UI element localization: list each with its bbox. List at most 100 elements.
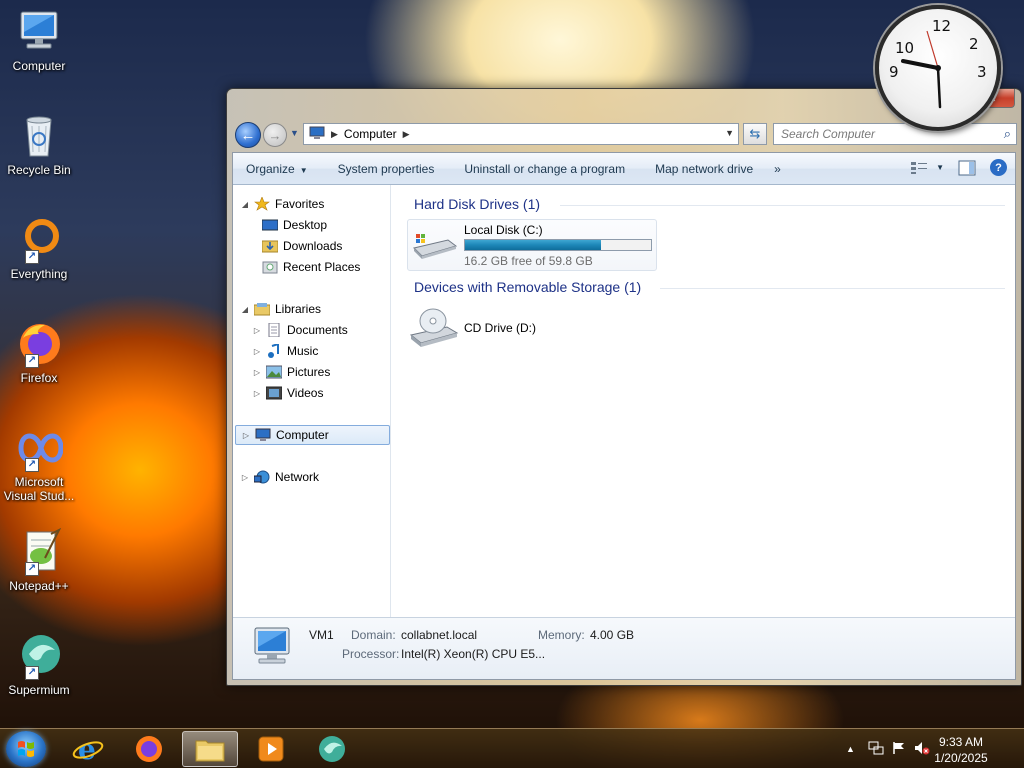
nav-network[interactable]: ▷ Network xyxy=(239,467,319,487)
nav-recent-places[interactable]: Recent Places xyxy=(259,257,360,277)
action-center-flag-icon[interactable] xyxy=(892,741,906,758)
breadcrumb-computer[interactable]: Computer xyxy=(344,127,397,141)
desktop-icon-everything[interactable]: ↗ Everything xyxy=(2,216,76,281)
search-icon[interactable]: ⌕ xyxy=(1004,126,1011,142)
local-disk-c-tile[interactable]: Local Disk (C:) 16.2 GB free of 59.8 GB xyxy=(407,219,657,271)
map-network-drive-button[interactable]: Map network drive xyxy=(640,162,768,176)
clock-hands-icon xyxy=(901,30,942,109)
group-divider xyxy=(660,288,1005,289)
desktop-icon-computer[interactable]: Computer xyxy=(2,8,76,73)
desktop-icon-supermium[interactable]: ↗ Supermium xyxy=(2,632,76,697)
taskbar-firefox[interactable] xyxy=(121,731,177,767)
memory-label: Memory: xyxy=(538,628,585,642)
back-arrow-icon: ← xyxy=(240,126,256,144)
desktop-icon-label: Everything xyxy=(10,267,68,281)
nav-desktop[interactable]: Desktop xyxy=(259,215,327,235)
recent-pages-dropdown[interactable]: ▼ xyxy=(290,128,299,138)
content-pane: Hard Disk Drives (1) Local Disk (C:) 16.… xyxy=(392,185,1015,617)
nav-favorites[interactable]: ◢ Favorites xyxy=(239,194,324,214)
firefox-icon xyxy=(136,736,162,762)
collapsed-arrow-icon[interactable]: ▷ xyxy=(239,473,251,482)
chevron-down-icon: ▼ xyxy=(936,163,944,172)
explorer-window: — □ ✕ ← → ▼ ▶ Computer ▶ ▼ ⇆ Search Comp… xyxy=(226,88,1022,686)
address-dropdown-icon[interactable]: ▼ xyxy=(725,128,734,138)
taskbar-windows-explorer[interactable] xyxy=(182,731,238,767)
collapsed-arrow-icon[interactable]: ▷ xyxy=(251,368,263,377)
documents-icon xyxy=(266,322,282,338)
disk-usage-bar xyxy=(464,239,652,251)
desktop-icon-visual-studio[interactable]: ↗ Microsoft Visual Stud... xyxy=(2,424,76,503)
processor-label: Processor: xyxy=(342,647,400,661)
breadcrumb-chevron-icon[interactable]: ▶ xyxy=(403,129,410,140)
firefox-icon: ↗ xyxy=(15,320,63,368)
uninstall-program-button[interactable]: Uninstall or change a program xyxy=(449,162,640,176)
collapsed-arrow-icon[interactable]: ▷ xyxy=(251,347,263,356)
nav-pictures[interactable]: ▷ Pictures xyxy=(251,362,330,382)
everything-icon: ↗ xyxy=(15,216,63,264)
memory-value: 4.00 GB xyxy=(590,628,635,642)
clock-time: 9:33 AM xyxy=(938,735,984,749)
collapsed-arrow-icon[interactable]: ▷ xyxy=(251,326,263,335)
nav-downloads[interactable]: Downloads xyxy=(259,236,342,256)
details-pane: VM1 Domain: collabnet.local Memory: 4.00… xyxy=(233,617,1015,679)
downloads-folder-icon xyxy=(261,239,279,253)
organize-label: Organize xyxy=(246,161,295,176)
pictures-icon xyxy=(265,365,283,379)
taskbar-clock[interactable]: 9:33 AM 1/20/2025 xyxy=(926,734,996,766)
nav-music[interactable]: ▷ Music xyxy=(251,341,318,361)
cd-drive-name[interactable]: CD Drive (D:) xyxy=(464,321,536,335)
shortcut-arrow-icon: ↗ xyxy=(25,666,39,680)
breadcrumb-chevron-icon[interactable]: ▶ xyxy=(331,129,338,140)
star-icon xyxy=(254,196,270,211)
nav-label: Documents xyxy=(287,323,348,337)
supermium-icon xyxy=(319,736,345,762)
help-button[interactable]: ? xyxy=(990,159,1007,176)
group-header-removable-storage[interactable]: Devices with Removable Storage (1) xyxy=(414,278,641,296)
collapsed-arrow-icon[interactable]: ▷ xyxy=(251,389,263,398)
show-hidden-icons-button[interactable]: ▲ xyxy=(846,744,855,754)
disk-usage-fill xyxy=(465,240,601,250)
folder-icon xyxy=(195,740,225,762)
nav-documents[interactable]: ▷ Documents xyxy=(251,320,348,340)
back-button[interactable]: ← xyxy=(235,122,261,148)
nav-label: Computer xyxy=(276,428,329,442)
recent-places-icon xyxy=(262,260,278,274)
desktop-icon-recycle-bin[interactable]: Recycle Bin xyxy=(2,112,76,177)
desktop-folder-icon xyxy=(261,218,279,232)
nav-computer[interactable]: ▷ Computer xyxy=(235,425,390,445)
forward-button[interactable]: → xyxy=(263,123,287,147)
shortcut-arrow-icon: ↗ xyxy=(25,250,39,264)
network-icon xyxy=(253,470,270,484)
desktop-icon-firefox[interactable]: ↗ Firefox xyxy=(2,320,76,385)
desktop-icon-notepad-plus-plus[interactable]: ↗ Notepad++ xyxy=(2,527,76,593)
organize-menu[interactable]: Organize ▼ xyxy=(233,162,323,176)
taskbar-media-player[interactable] xyxy=(243,731,299,767)
processor-value: Intel(R) Xeon(R) CPU E5... xyxy=(401,647,546,661)
preview-pane-icon[interactable] xyxy=(958,160,976,176)
taskbar-internet-explorer[interactable]: e xyxy=(60,731,116,767)
computer-icon xyxy=(255,428,271,442)
refresh-button[interactable]: ⇆ xyxy=(743,123,767,145)
network-tray-icon[interactable] xyxy=(868,741,884,758)
svg-text:e: e xyxy=(78,733,96,765)
nav-videos[interactable]: ▷ Videos xyxy=(251,383,324,403)
change-view-button[interactable]: ▼ xyxy=(910,161,944,175)
taskbar-supermium[interactable] xyxy=(304,731,360,767)
desktop-icon-label: Computer xyxy=(12,59,66,73)
view-details-icon xyxy=(911,161,928,174)
search-placeholder: Search Computer xyxy=(781,127,876,141)
address-bar[interactable]: ▶ Computer ▶ ▼ xyxy=(303,123,739,145)
system-properties-button[interactable]: System properties xyxy=(323,162,450,176)
nav-libraries[interactable]: ◢ Libraries xyxy=(239,299,321,319)
music-icon xyxy=(266,342,282,358)
expanded-arrow-icon[interactable]: ◢ xyxy=(239,200,251,209)
expanded-arrow-icon[interactable]: ◢ xyxy=(239,305,251,314)
shortcut-arrow-icon: ↗ xyxy=(25,458,39,472)
nav-label: Videos xyxy=(287,386,324,400)
desktop-icon-label: Notepad++ xyxy=(9,579,69,593)
group-header-hard-disk-drives[interactable]: Hard Disk Drives (1) xyxy=(414,195,540,213)
collapsed-arrow-icon[interactable]: ▷ xyxy=(240,431,252,440)
more-commands-button[interactable]: » xyxy=(768,162,796,176)
clock-gadget[interactable]: 12 2 3 9 10 xyxy=(875,5,1001,131)
start-button[interactable] xyxy=(6,731,46,767)
